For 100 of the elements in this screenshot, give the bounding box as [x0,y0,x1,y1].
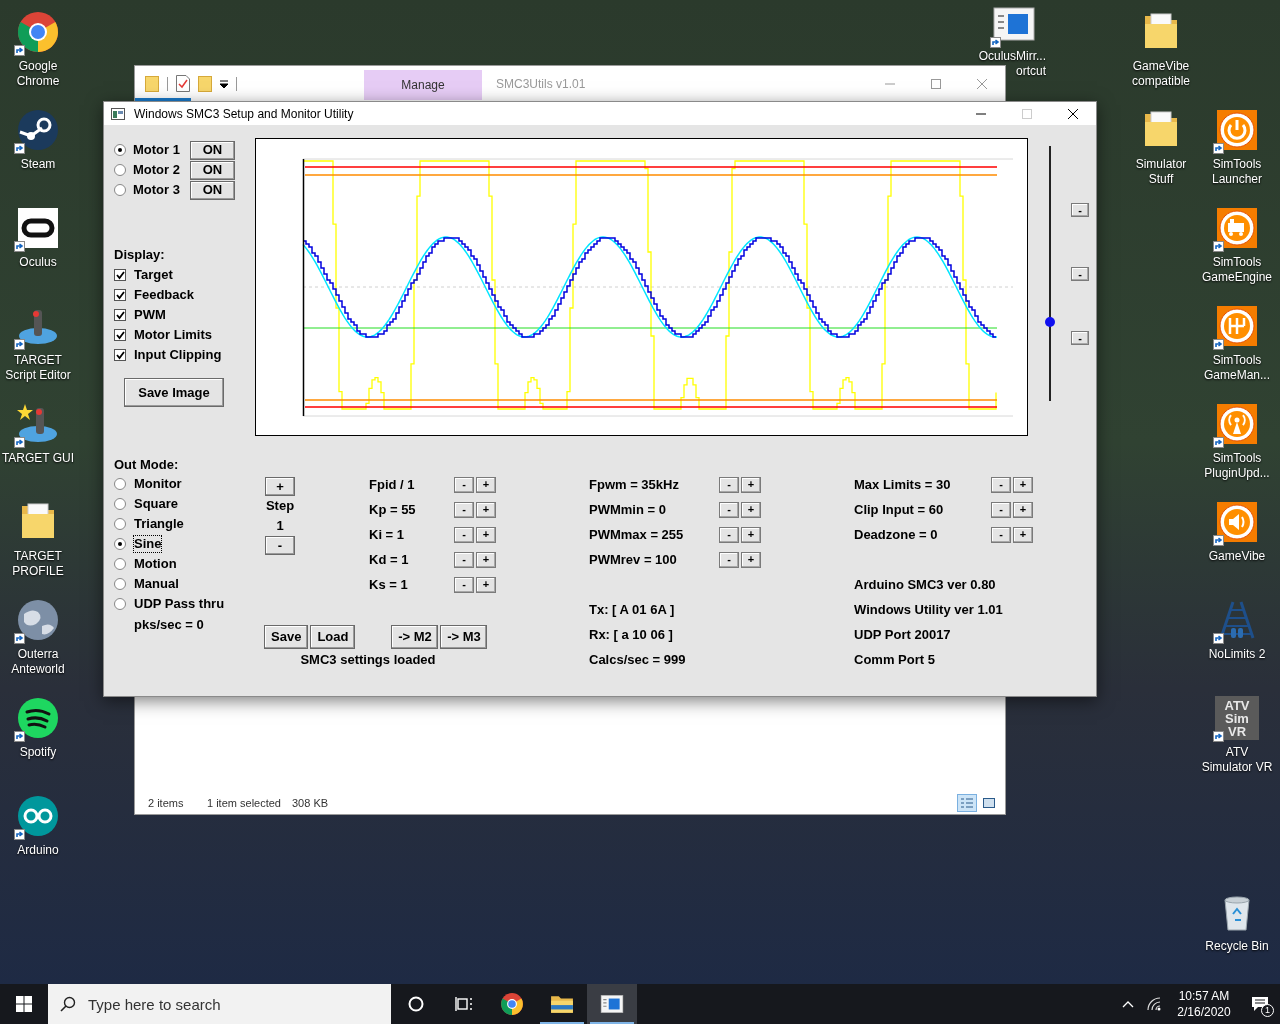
increase-button[interactable]: + [476,551,496,568]
decrease-button[interactable]: - [719,501,739,518]
increase-button[interactable]: + [741,476,761,493]
vertical-slider[interactable] [1045,146,1055,401]
small-button[interactable]: - [1071,203,1089,217]
radio-button[interactable] [114,538,126,550]
decrease-button[interactable]: - [454,501,474,518]
icon-label[interactable]: GameVibe [1208,549,1266,564]
radio-button[interactable] [114,498,126,510]
increase-button[interactable]: + [476,501,496,518]
decrease-button[interactable]: - [719,526,739,543]
checkbox[interactable] [114,349,126,361]
radio-button[interactable] [114,184,126,196]
icon-label[interactable]: Arduino [17,843,59,858]
decrease-button[interactable]: - [454,551,474,568]
increase-button[interactable]: + [476,526,496,543]
decrease-button[interactable]: - [991,526,1011,543]
decrease-button[interactable]: - [991,476,1011,493]
save-image-button[interactable]: Save Image [124,378,224,407]
icon-label[interactable]: NoLimits 2 [1208,647,1266,662]
increase-button[interactable]: + [476,476,496,493]
step-down-button[interactable]: - [265,536,295,555]
decrease-button[interactable]: - [454,476,474,493]
info-text: Arduino SMC3 ver 0.80 [854,576,996,593]
taskbar-app-button[interactable] [587,984,637,1024]
parameter-label: PWMrev = 100 [589,551,678,568]
decrease-button[interactable]: - [454,576,474,593]
toggle-button[interactable]: ON [190,140,235,160]
speaker-icon [1215,500,1259,544]
checkbox[interactable] [114,309,126,321]
readout-text: Calcs/sec = 999 [589,651,686,668]
increase-button[interactable]: + [1013,501,1033,518]
icon-label[interactable]: Spotify [19,745,57,760]
notifications-button[interactable]: 1 [1240,984,1280,1024]
decrease-button[interactable]: - [719,476,739,493]
icon-label[interactable]: Outerra Anteworld [11,647,65,677]
file-button[interactable]: Save [264,625,309,649]
checkbox-label: Target [134,267,173,283]
icon-label[interactable]: ortcut [1016,64,1046,79]
icon-label[interactable]: TARGET GUI [1,451,75,466]
checkbox[interactable] [114,329,126,341]
radio-button[interactable] [114,598,126,610]
small-button[interactable]: - [1071,267,1089,281]
section-label: Display: [114,246,166,264]
locomotive-icon [1215,206,1259,250]
checkbox-label: Feedback [134,287,194,303]
toggle-button[interactable]: ON [190,160,235,180]
icon-label[interactable]: Steam [20,157,56,172]
gear-shift-icon [1215,304,1259,348]
icon-label[interactable]: Oculus [19,255,57,270]
step-up-button[interactable]: + [265,477,295,496]
icon-label[interactable]: TARGET PROFILE [12,549,64,579]
icon-label[interactable]: SimTools Launcher [1211,157,1262,187]
radio-button[interactable] [114,578,126,590]
icon-label[interactable]: GameVibe compatible [1132,59,1190,89]
maximize-icon [1022,108,1032,119]
copy-button[interactable]: -> M2 [391,625,439,649]
checkbox[interactable] [114,269,126,281]
ribbon-tab[interactable]: Manage [364,69,482,100]
icon-label[interactable]: ATV Simulator VR [1201,745,1273,775]
step-label: Step [265,497,295,515]
decrease-button[interactable]: - [454,526,474,543]
increase-button[interactable]: + [1013,526,1033,543]
radio-label: Monitor [133,475,183,493]
increase-button[interactable]: + [741,501,761,518]
icon-label[interactable]: Google Chrome [16,59,60,89]
radio-button[interactable] [114,144,126,156]
radio-label: Manual [133,575,180,593]
copy-button[interactable]: -> M3 [440,625,488,649]
toggle-button[interactable]: ON [190,180,235,200]
radio-button[interactable] [114,478,126,490]
increase-button[interactable]: + [476,576,496,593]
file-button[interactable]: Load [310,625,356,649]
icon-label[interactable]: SimTools GameMan... [1204,353,1270,383]
small-button[interactable]: - [1071,331,1089,345]
clock-button[interactable]: 10:57 AM 2/16/2020 [1168,984,1240,1024]
radio-button[interactable] [114,164,126,176]
info-text: Windows Utility ver 1.01 [854,601,1003,618]
dropdown-caret-icon [220,79,228,88]
increase-button[interactable]: + [741,526,761,543]
icon-label[interactable]: Simulator Stuff [1135,157,1187,187]
icon-label[interactable]: OculusMirr... [978,49,1046,64]
slider-thumb[interactable] [1045,316,1055,327]
icon-label[interactable]: TARGET Script Editor [5,353,71,383]
icon-label[interactable]: SimTools PluginUpd... [1204,451,1270,481]
icon-label[interactable]: Recycle Bin [1205,939,1269,954]
increase-button[interactable]: + [741,551,761,568]
radio-label: Sine [133,535,163,553]
decrease-button[interactable]: - [991,501,1011,518]
radio-button[interactable] [114,558,126,570]
radio-button[interactable] [114,518,126,530]
icon-label[interactable]: SimTools GameEngine [1201,255,1272,285]
increase-button[interactable]: + [1013,476,1033,493]
picture-frame-icon [983,798,995,808]
readout-text: Rx: [ a 10 06 ] [589,626,673,643]
music-app-icon [16,696,60,740]
radio-label: Triangle [133,515,185,533]
search-field[interactable]: Type here to search [48,984,391,1024]
checkbox[interactable] [114,289,126,301]
decrease-button[interactable]: - [719,551,739,568]
